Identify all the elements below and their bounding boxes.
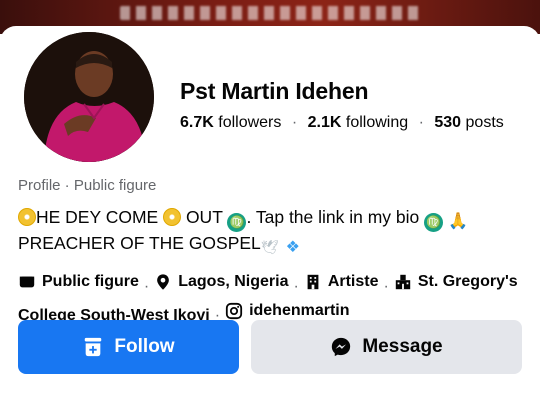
message-button-label: Message [362, 336, 443, 357]
profile-stats: 6.7K followers · 2.1K following · 530 po… [180, 114, 504, 132]
detail-separator: · [383, 278, 389, 295]
detail-category-text: Public figure [42, 273, 139, 290]
profile-name: Pst Martin Idehen [180, 78, 369, 104]
avatar-photo [24, 32, 154, 162]
profile-category: Profile · Public figure [18, 177, 157, 194]
stats-separator: · [418, 114, 424, 131]
virgo-sign-icon: ♍ [227, 213, 247, 232]
profile-photo-icon [24, 32, 154, 162]
detail-work[interactable]: Artiste [304, 270, 379, 294]
message-button[interactable]: Message [251, 320, 522, 374]
following-count[interactable]: 2.1K [308, 114, 342, 131]
detail-separator: · [143, 278, 150, 295]
posts-label: posts [465, 114, 504, 131]
posts-count: 530 [434, 114, 462, 131]
avatar[interactable] [20, 28, 158, 166]
detail-education[interactable]: St. Gregory's [394, 270, 518, 294]
follow-button[interactable]: Follow [18, 320, 239, 374]
followers-label[interactable]: followers [218, 114, 281, 131]
bio-text-2: OUT [181, 207, 223, 227]
messenger-icon [332, 337, 351, 357]
dvd-disc-icon [163, 208, 182, 226]
following-label[interactable]: following [346, 114, 408, 131]
sparkle-icon: ❖ [285, 239, 301, 256]
detail-education-text: St. Gregory's [417, 273, 518, 290]
dove-icon: 🕊 [260, 239, 279, 255]
building-icon [307, 274, 319, 290]
bio-text-1: HE DEY COME [36, 207, 159, 227]
instagram-icon [225, 302, 243, 320]
bio-text-3: . Tap the link in my bio [246, 207, 420, 227]
dvd-disc-icon [18, 208, 36, 226]
praying-hands-icon: 🙏 [448, 213, 468, 230]
detail-category: Public figure [18, 270, 139, 294]
detail-work-text: Artiste [327, 273, 379, 290]
detail-location-text: Lagos, Nigeria [178, 273, 289, 290]
flag-icon [19, 276, 35, 288]
follow-icon [85, 337, 102, 357]
location-pin-icon [157, 274, 170, 290]
followers-count[interactable]: 6.7K [180, 114, 214, 131]
stats-separator: · [291, 114, 298, 131]
virgo-sign-icon: ♍ [424, 213, 444, 232]
detail-location[interactable]: Lagos, Nigeria [154, 270, 288, 294]
follow-button-label: Follow [114, 336, 175, 357]
bio-text-4: PREACHER OF THE GOSPEL [18, 233, 261, 253]
profile-bio: HE DEY COME OUT ♍. Tap the link in my bi… [18, 206, 528, 256]
school-icon [395, 274, 411, 290]
detail-separator: · [293, 278, 299, 295]
